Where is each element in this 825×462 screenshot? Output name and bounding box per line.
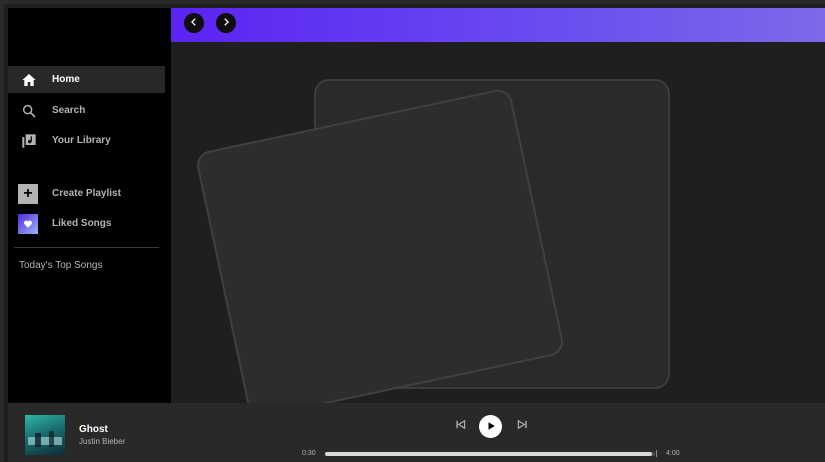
sidebar-item-search[interactable]: Search xyxy=(8,97,165,124)
sidebar: Home Search Your Library + Create Playli… xyxy=(8,8,171,403)
main-content xyxy=(171,42,825,418)
play-icon xyxy=(486,418,496,436)
playlist-item[interactable]: Today's Top Songs xyxy=(19,260,102,271)
chevron-left-icon xyxy=(189,14,199,32)
plus-icon: + xyxy=(18,184,38,204)
heart-icon xyxy=(18,214,38,234)
progress-bar[interactable] xyxy=(325,452,655,456)
progress-fill xyxy=(325,452,652,456)
player-bar: Ghost Justin Bieber 0:30 4:00 xyxy=(8,403,825,462)
create-playlist-button[interactable]: + Create Playlist xyxy=(8,180,165,207)
liked-songs-button[interactable]: Liked Songs xyxy=(8,210,165,237)
total-time: 4:00 xyxy=(666,450,680,457)
sidebar-item-your-library[interactable]: Your Library xyxy=(8,127,165,154)
sidebar-divider xyxy=(14,247,159,248)
home-icon xyxy=(20,71,37,88)
library-icon xyxy=(20,132,37,149)
track-title[interactable]: Ghost xyxy=(79,424,108,435)
skip-previous-icon xyxy=(455,417,466,435)
search-icon xyxy=(20,102,37,119)
liked-songs-label: Liked Songs xyxy=(52,218,112,229)
create-playlist-label: Create Playlist xyxy=(52,188,121,199)
play-button[interactable] xyxy=(479,415,502,438)
progress-end-marker xyxy=(656,450,657,457)
empty-state-illustration xyxy=(197,79,670,418)
next-button[interactable] xyxy=(516,417,528,435)
app-window: Home Search Your Library + Create Playli… xyxy=(0,0,825,462)
sidebar-item-label: Your Library xyxy=(52,135,111,146)
sidebar-item-label: Search xyxy=(52,105,86,116)
sidebar-item-home[interactable]: Home xyxy=(8,66,165,93)
album-cover[interactable] xyxy=(25,415,65,455)
forward-button[interactable] xyxy=(216,13,236,33)
current-time: 0:30 xyxy=(302,450,316,457)
back-button[interactable] xyxy=(184,13,204,33)
previous-button[interactable] xyxy=(454,417,466,435)
sidebar-item-label: Home xyxy=(52,74,80,85)
track-artist[interactable]: Justin Bieber xyxy=(79,437,125,446)
chevron-right-icon xyxy=(221,14,231,32)
top-bar xyxy=(171,8,825,42)
skip-next-icon xyxy=(517,417,528,435)
